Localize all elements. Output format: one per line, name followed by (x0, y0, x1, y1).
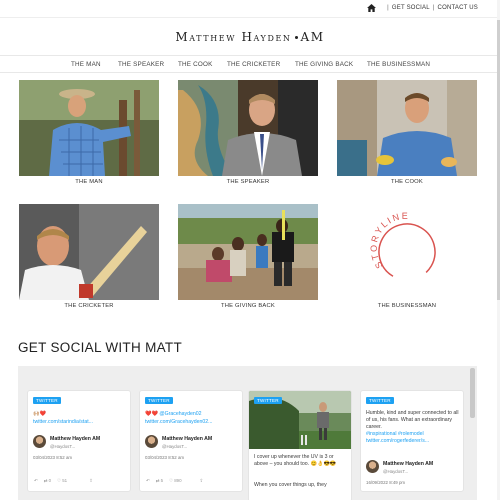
get-social-link[interactable]: GET SOCIAL (392, 5, 430, 11)
tweet-handle: @HaydosT... (162, 444, 188, 449)
tweet-emoji: 🙌🏼❤️ (33, 411, 46, 417)
logo-dot (294, 36, 298, 39)
home-icon[interactable] (367, 4, 377, 12)
tweet-date: 16/09/2022 8:49 pm (366, 480, 406, 485)
twitter-badge: TWITTER (254, 397, 282, 404)
share-icon[interactable]: ⇪ (200, 478, 204, 484)
contact-us-link[interactable]: CONTACT US (438, 5, 478, 11)
the-cook-photo (337, 80, 477, 176)
tile-caption: THE COOK (391, 179, 423, 185)
tweet-date: 03/04/2023 8:52 am (145, 455, 185, 460)
reply-icon[interactable]: ↶ (34, 478, 38, 484)
feed-scrollbar[interactable] (470, 368, 475, 418)
tweet-card[interactable]: TWITTER Humble, kind and super connected… (360, 390, 464, 492)
tile-caption: THE BUSINESSMAN (377, 303, 437, 309)
tweet-mention[interactable]: ❤️❤️ @Gracehayden02 (145, 411, 202, 418)
top-bar: | GET SOCIAL | CONTACT US (0, 0, 500, 18)
logo-name: Matthew Hayden (175, 30, 292, 44)
twitter-badge: TWITTER (33, 397, 61, 404)
nav-item-the-giving-back[interactable]: THE GIVING BACK (295, 61, 353, 68)
tweet-card[interactable]: TWITTER I cover up whenever the UV is 3 … (248, 390, 352, 500)
avatar (145, 435, 158, 448)
avatar (366, 460, 379, 473)
tweet-author: Matthew Hayden AM (50, 436, 101, 442)
separator: | (387, 5, 389, 11)
the-man-photo (19, 80, 159, 176)
twitter-badge: TWITTER (145, 397, 173, 404)
the-cricketer-photo (19, 204, 159, 300)
get-social-heading: GET SOCIAL WITH MATT (18, 340, 183, 355)
tweet-text: Humble, kind and super connected to all … (366, 410, 459, 430)
tweet-actions: ↶ ⇄ 5 ♡ 890 ⇪ (146, 478, 209, 484)
like-icon[interactable]: ♡ 890 (169, 478, 181, 484)
tweet-card[interactable]: TWITTER ❤️❤️ @Gracehayden02 twitter.com/… (139, 390, 243, 492)
tile-caption: THE SPEAKER (226, 179, 270, 185)
storyline-logo: STORYLINE (337, 204, 477, 300)
share-icon[interactable]: ⇪ (89, 478, 93, 484)
site-logo[interactable]: Matthew Hayden AM (0, 30, 500, 44)
tweet-text-continued: When you cover things up, they (254, 482, 327, 488)
reply-icon[interactable]: ↶ (146, 478, 150, 484)
main-nav: THE MAN THE SPEAKER THE COOK THE CRICKET… (0, 55, 500, 73)
tweet-link[interactable]: twitter.com/rogerfederer/s... (366, 438, 463, 445)
retweet-icon[interactable]: ⇄ 5 (156, 478, 163, 484)
tweet-handle: @HaydosT... (383, 469, 409, 474)
like-icon[interactable]: ♡ 51 (57, 478, 67, 484)
social-feed: TWITTER 🙌🏼❤️ twitter.com/starindia/stat.… (18, 366, 477, 500)
tweet-link[interactable]: twitter.com/Gracehayden02... (145, 419, 242, 426)
nav-item-the-cook[interactable]: THE COOK (178, 61, 213, 68)
nav-item-the-speaker[interactable]: THE SPEAKER (118, 61, 164, 68)
avatar (33, 435, 46, 448)
tile-caption: THE MAN (75, 179, 103, 185)
tweet-author: Matthew Hayden AM (383, 461, 434, 467)
tweet-handle: @HaydosT... (50, 444, 76, 449)
tweet-link[interactable]: twitter.com/starindia/stat... (33, 419, 130, 426)
nav-item-the-cricketer[interactable]: THE CRICKETER (227, 61, 280, 68)
nav-item-the-businessman[interactable]: THE BUSINESSMAN (367, 61, 430, 68)
twitter-badge: TWITTER (366, 397, 394, 404)
tweet-date: 03/04/2023 8:52 am (33, 455, 73, 460)
tweet-hashtags[interactable]: #inspirational #rolemodel (366, 431, 462, 438)
tweet-text: I cover up whenever the UV is 3 or above… (254, 454, 337, 467)
separator: | (432, 5, 435, 11)
nav-item-the-man[interactable]: THE MAN (71, 61, 101, 68)
top-links: | GET SOCIAL | CONTACT US (367, 4, 478, 12)
tweet-actions: ↶ ⇄ 0 ♡ 51 ⇪ (34, 478, 99, 484)
the-giving-back-photo (178, 204, 318, 300)
retweet-icon[interactable]: ⇄ 0 (44, 478, 51, 484)
tweet-author: Matthew Hayden AM (162, 436, 213, 442)
tweet-card[interactable]: TWITTER 🙌🏼❤️ twitter.com/starindia/stat.… (27, 390, 131, 492)
tile-caption: THE CRICKETER (64, 303, 114, 309)
logo-suffix: AM (300, 30, 325, 44)
tile-caption: THE GIVING BACK (221, 303, 275, 309)
the-speaker-photo (178, 80, 318, 176)
